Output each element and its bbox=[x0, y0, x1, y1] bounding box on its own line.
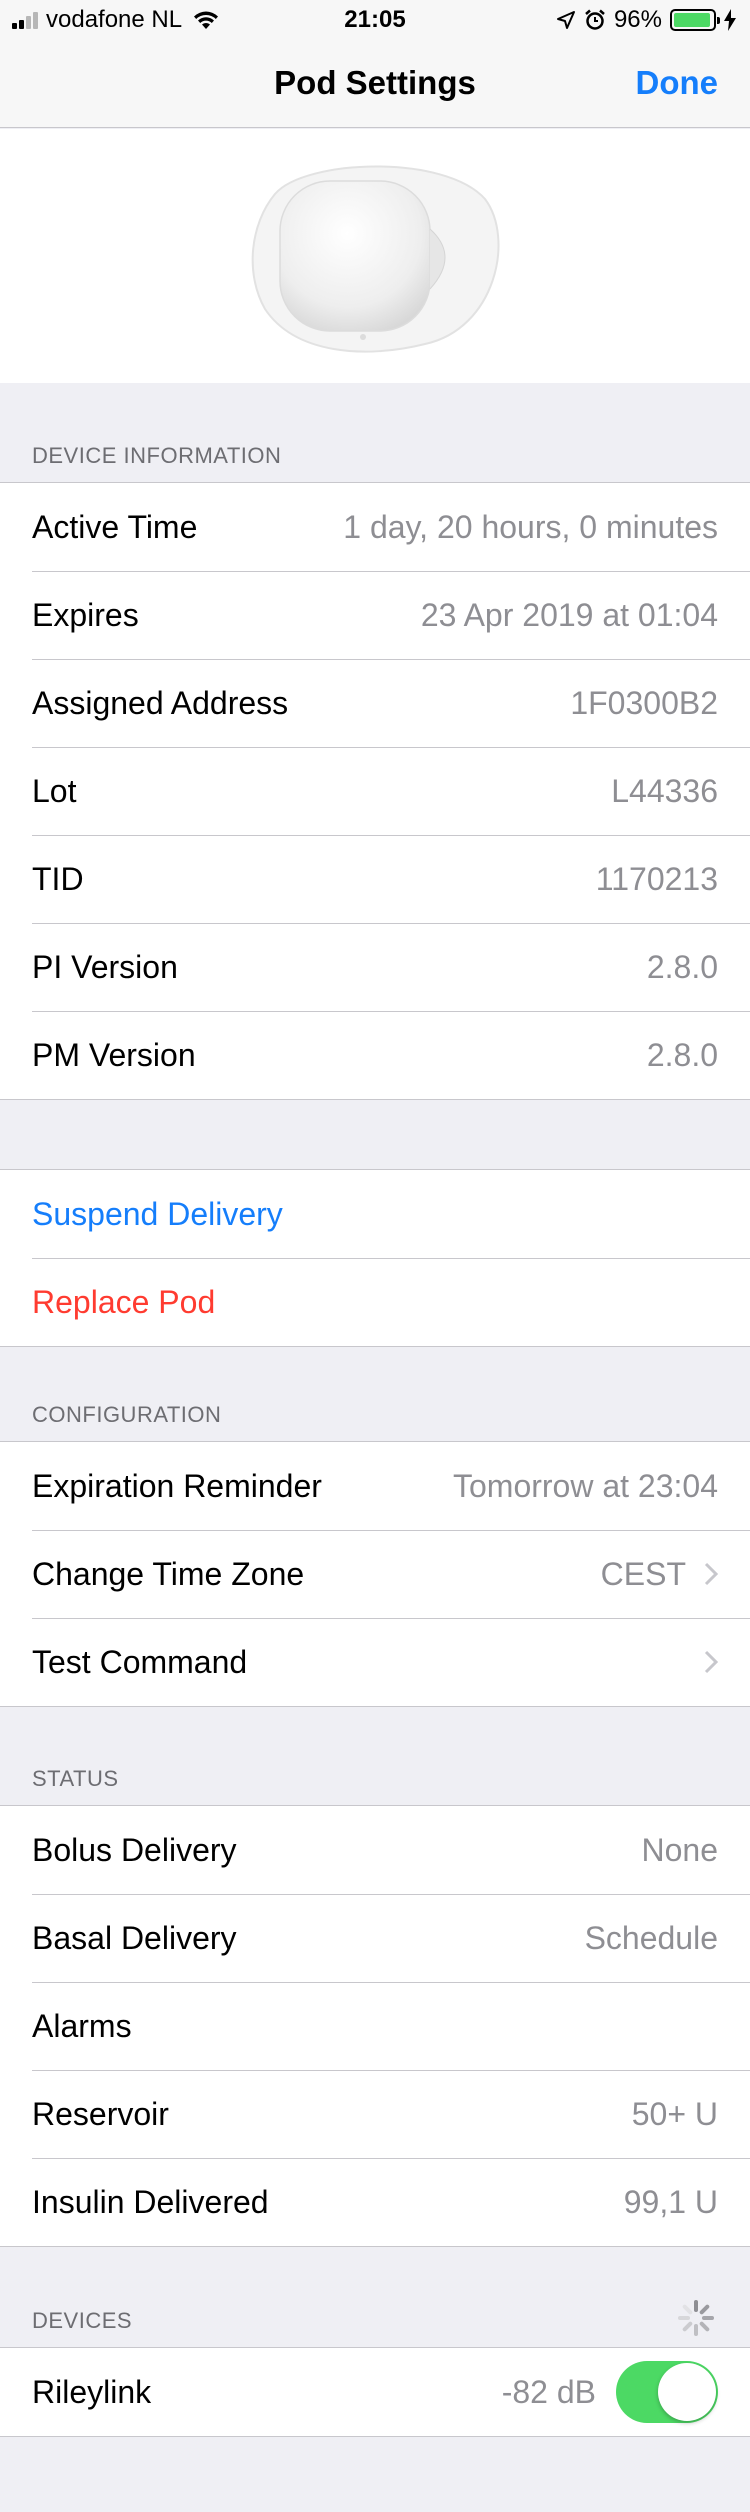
row-label: Assigned Address bbox=[32, 684, 289, 721]
row-value: None bbox=[641, 1831, 719, 1868]
actions-group: Suspend Delivery Replace Pod bbox=[0, 1169, 750, 1347]
row-value: 2.8.0 bbox=[646, 948, 718, 985]
row-label: Insulin Delivered bbox=[32, 2183, 269, 2220]
row-value: L44336 bbox=[611, 772, 718, 809]
row-bolus-delivery: Bolus Delivery None bbox=[0, 1806, 750, 1894]
row-value: Schedule bbox=[584, 1919, 718, 1956]
row-label: Active Time bbox=[32, 508, 198, 545]
activity-spinner-icon bbox=[678, 2300, 714, 2336]
row-value: 1F0300B2 bbox=[570, 684, 718, 721]
row-label: TID bbox=[32, 860, 84, 897]
row-tid: TID 1170213 bbox=[0, 835, 750, 923]
row-label: Lot bbox=[32, 772, 77, 809]
chevron-right-icon bbox=[704, 1562, 718, 1586]
row-label: Reservoir bbox=[32, 2095, 169, 2132]
row-value: 2.8.0 bbox=[646, 1036, 718, 1073]
pod-image-header bbox=[0, 129, 750, 383]
row-value: Tomorrow at 23:04 bbox=[452, 1467, 718, 1504]
row-basal-delivery: Basal Delivery Schedule bbox=[0, 1894, 750, 1982]
replace-pod-button[interactable]: Replace Pod bbox=[0, 1258, 750, 1346]
suspend-delivery-button[interactable]: Suspend Delivery bbox=[0, 1170, 750, 1258]
row-expiration-reminder[interactable]: Expiration Reminder Tomorrow at 23:04 bbox=[0, 1442, 750, 1530]
battery-icon bbox=[670, 9, 720, 31]
chevron-right-icon bbox=[704, 1650, 718, 1674]
done-button[interactable]: Done bbox=[636, 64, 719, 102]
status-bar: vodafone NL 21:05 96% bbox=[0, 0, 750, 40]
devices-group: Rileylink -82 dB bbox=[0, 2347, 750, 2437]
row-insulin-delivered: Insulin Delivered 99,1 U bbox=[0, 2158, 750, 2246]
row-value: 1 day, 20 hours, 0 minutes bbox=[343, 508, 718, 545]
row-test-command[interactable]: Test Command bbox=[0, 1618, 750, 1706]
row-expires: Expires 23 Apr 2019 at 01:04 bbox=[0, 571, 750, 659]
row-reservoir: Reservoir 50+ U bbox=[0, 2070, 750, 2158]
row-pi-version: PI Version 2.8.0 bbox=[0, 923, 750, 1011]
row-label: Test Command bbox=[32, 1643, 248, 1680]
battery-fill bbox=[674, 13, 711, 27]
rileylink-toggle[interactable] bbox=[616, 2361, 718, 2423]
row-value: 50+ U bbox=[631, 2095, 718, 2132]
row-value: CEST bbox=[600, 1555, 686, 1592]
status-bar-right: 96% bbox=[556, 6, 736, 34]
row-label: Bolus Delivery bbox=[32, 1831, 237, 1868]
row-label: Expires bbox=[32, 596, 139, 633]
configuration-header: CONFIGURATION bbox=[32, 1402, 222, 1427]
row-value: -82 dB bbox=[501, 2373, 596, 2410]
row-label: Alarms bbox=[32, 2007, 132, 2044]
alarm-icon bbox=[585, 9, 605, 30]
row-label: PM Version bbox=[32, 1036, 196, 1073]
row-label: Expiration Reminder bbox=[32, 1467, 322, 1504]
location-icon bbox=[556, 11, 575, 29]
device-information-header: DEVICE INFORMATION bbox=[32, 443, 282, 468]
row-lot: Lot L44336 bbox=[0, 747, 750, 835]
navigation-bar: Pod Settings Done bbox=[0, 40, 750, 128]
battery-percent: 96% bbox=[613, 6, 662, 33]
row-label: Basal Delivery bbox=[32, 1919, 237, 1956]
row-assigned-address: Assigned Address 1F0300B2 bbox=[0, 659, 750, 747]
row-alarms: Alarms bbox=[0, 1982, 750, 2070]
configuration-group: Expiration Reminder Tomorrow at 23:04 Ch… bbox=[0, 1441, 750, 1707]
row-value: 99,1 U bbox=[623, 2183, 718, 2220]
device-information-group: Active Time 1 day, 20 hours, 0 minutes E… bbox=[0, 482, 750, 1100]
row-active-time: Active Time 1 day, 20 hours, 0 minutes bbox=[0, 483, 750, 571]
row-value: 1170213 bbox=[595, 860, 718, 897]
status-header: STATUS bbox=[32, 1766, 119, 1791]
pod-image bbox=[251, 165, 500, 353]
row-change-time-zone[interactable]: Change Time Zone CEST bbox=[0, 1530, 750, 1618]
row-label: Rileylink bbox=[32, 2373, 152, 2410]
replace-pod-label: Replace Pod bbox=[32, 1283, 216, 1320]
devices-header: DEVICES bbox=[32, 2308, 133, 2333]
row-label: Change Time Zone bbox=[32, 1555, 305, 1592]
status-group: Bolus Delivery None Basal Delivery Sched… bbox=[0, 1805, 750, 2247]
row-rileylink[interactable]: Rileylink -82 dB bbox=[0, 2348, 750, 2436]
row-label: PI Version bbox=[32, 948, 178, 985]
row-value: 23 Apr 2019 at 01:04 bbox=[420, 596, 718, 633]
suspend-delivery-label: Suspend Delivery bbox=[32, 1195, 283, 1232]
row-pm-version: PM Version 2.8.0 bbox=[0, 1011, 750, 1099]
charging-icon bbox=[724, 9, 736, 31]
toggle-knob bbox=[658, 2363, 716, 2421]
